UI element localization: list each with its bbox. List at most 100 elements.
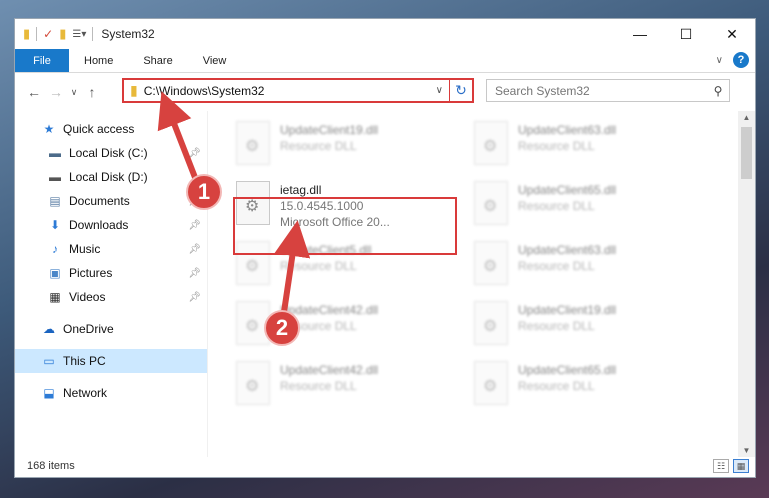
sidebar-item-label: Videos (69, 290, 106, 304)
status-bar: 168 items ☷ ▦ (15, 455, 755, 477)
tab-home[interactable]: Home (69, 49, 128, 72)
folder-icon: ▮ (130, 82, 138, 98)
help-icon[interactable]: ? (733, 52, 749, 68)
sidebar-item-local-disk-d[interactable]: ▬ Local Disk (D:) (15, 165, 207, 189)
sidebar-item-label: Documents (69, 194, 130, 208)
file-name: UpdateClient19.dll (518, 303, 617, 317)
tab-view[interactable]: View (188, 49, 242, 72)
file-item[interactable]: UpdateClient19.dll Resource DLL (236, 121, 456, 171)
close-button[interactable]: ✕ (709, 19, 755, 49)
sidebar-item-label: Quick access (63, 122, 135, 136)
scrollbar-thumb[interactable] (741, 127, 752, 179)
file-description: Resource DLL (518, 379, 595, 393)
toolbar-divider (92, 27, 94, 41)
up-arrow-icon[interactable]: ↑ (81, 84, 103, 100)
scroll-up-icon[interactable]: ▲ (738, 113, 755, 122)
file-name: ietag.dll (280, 183, 322, 197)
file-description: Resource DLL (280, 139, 357, 153)
navigation-pane: ★ Quick access ▬ Local Disk (C:) 📌︎ ▬ Lo… (15, 111, 208, 457)
sidebar-item-documents[interactable]: ▤ Documents 📌︎ (15, 189, 207, 213)
file-description: Resource DLL (518, 139, 595, 153)
back-arrow-icon[interactable]: ← (23, 84, 45, 100)
maximize-button[interactable]: ☐ (663, 19, 709, 49)
sidebar-item-label: Local Disk (C:) (69, 146, 148, 160)
pin-icon[interactable]: 📌︎ (188, 292, 201, 303)
file-item[interactable]: UpdateClient19.dll Resource DLL (474, 301, 694, 351)
tab-file[interactable]: File (15, 49, 69, 72)
file-item[interactable]: UpdateClient42.dll Resource DLL (236, 361, 456, 411)
music-icon: ♪ (52, 242, 58, 256)
sidebar-item-local-disk-c[interactable]: ▬ Local Disk (C:) 📌︎ (15, 141, 207, 165)
tab-share[interactable]: Share (128, 49, 187, 72)
search-box[interactable]: ⚲ (486, 79, 730, 102)
sidebar-item-pictures[interactable]: ▣ Pictures 📌︎ (15, 261, 207, 285)
sidebar-item-label: OneDrive (63, 322, 114, 336)
forward-arrow-icon[interactable]: → (45, 84, 67, 100)
pin-icon[interactable]: 📌︎ (188, 220, 201, 231)
pin-icon[interactable]: 📌︎ (188, 244, 201, 255)
file-name: UpdateClient42.dll (280, 363, 379, 377)
sidebar-item-quick-access[interactable]: ★ Quick access (15, 117, 207, 141)
refresh-icon[interactable]: ↻ (450, 82, 472, 99)
file-item[interactable]: UpdateClient63.dll Resource DLL (474, 241, 694, 291)
details-view-icon[interactable]: ☷ (713, 459, 729, 473)
window-controls: — ☐ ✕ (617, 19, 755, 49)
pin-icon[interactable]: 📌︎ (188, 268, 201, 279)
sidebar-item-label: Downloads (69, 218, 129, 232)
search-icon[interactable]: ⚲ (707, 84, 729, 98)
file-name: UpdateClient63.dll (518, 243, 617, 257)
documents-icon: ▤ (49, 194, 61, 208)
file-name: UpdateClient63.dll (518, 123, 617, 137)
file-description: Resource DLL (280, 259, 357, 273)
folder-icon: ▮ (23, 26, 31, 41)
pin-icon[interactable]: 📌︎ (188, 148, 201, 159)
large-icons-view-icon[interactable]: ▦ (733, 459, 749, 473)
sidebar-item-network[interactable]: ⬓ Network (15, 381, 207, 405)
sidebar-item-label: Pictures (69, 266, 113, 280)
toolbar-divider (36, 27, 38, 41)
sidebar-item-music[interactable]: ♪ Music 📌︎ (15, 237, 207, 261)
ribbon-tabs: File Home Share View ∨ ? (15, 49, 755, 73)
address-path-field[interactable]: ▮ C:\Windows\System32 ∨ (124, 80, 450, 101)
new-folder-icon[interactable]: ▮ (59, 26, 66, 42)
sidebar-item-this-pc[interactable]: ▭ This PC (15, 349, 207, 373)
file-item[interactable]: UpdateClient63.dll Resource DLL (474, 121, 694, 171)
main-content: ★ Quick access ▬ Local Disk (C:) 📌︎ ▬ Lo… (15, 111, 755, 457)
address-bar[interactable]: ▮ C:\Windows\System32 ∨ ↻ (122, 78, 474, 103)
dll-file-icon (474, 121, 508, 165)
sidebar-item-downloads[interactable]: ⬇ Downloads 📌︎ (15, 213, 207, 237)
file-description: Resource DLL (518, 259, 595, 273)
sidebar-item-label: Music (69, 242, 101, 256)
navigation-row: ← → ∨ ↑ ▮ C:\Windows\System32 ∨ ↻ ⚲ (15, 73, 755, 111)
view-toggle: ☷ ▦ (713, 459, 749, 473)
file-name: UpdateClient19.dll (280, 123, 379, 137)
star-icon: ★ (43, 122, 55, 136)
downloads-icon: ⬇ (49, 218, 61, 232)
annotation-step-2-badge: 2 (264, 310, 300, 346)
file-item[interactable]: UpdateClient65.dll Resource DLL (474, 181, 694, 231)
drive-icon: ▬ (49, 146, 61, 160)
address-path[interactable]: C:\Windows\System32 (144, 84, 265, 98)
title-bar: ▮ ✓ ▮ ☰▾ System32 — ☐ ✕ (15, 19, 755, 49)
chevron-down-icon[interactable]: ∨ (436, 85, 443, 96)
sidebar-item-onedrive[interactable]: ☁ OneDrive (15, 317, 207, 341)
customize-toolbar-icon[interactable]: ☰▾ (72, 29, 86, 40)
expand-ribbon-icon[interactable]: ∨ (716, 55, 723, 66)
file-item[interactable]: UpdateClient65.dll Resource DLL (474, 361, 694, 411)
properties-icon[interactable]: ✓ (43, 27, 53, 41)
sidebar-item-videos[interactable]: ▦ Videos 📌︎ (15, 285, 207, 309)
recent-locations-icon[interactable]: ∨ (67, 87, 81, 98)
network-icon: ⬓ (43, 386, 55, 400)
minimize-button[interactable]: — (617, 19, 663, 49)
dll-file-icon (474, 301, 508, 345)
vertical-scrollbar[interactable]: ▲ ▼ (738, 111, 755, 457)
dll-file-icon (474, 241, 508, 285)
scroll-down-icon[interactable]: ▼ (738, 446, 755, 455)
quick-access-toolbar: ▮ ✓ ▮ ☰▾ (15, 26, 94, 42)
annotation-step-1-badge: 1 (186, 174, 222, 210)
cloud-icon: ☁ (43, 322, 55, 336)
search-input[interactable] (487, 83, 707, 98)
videos-icon: ▦ (49, 290, 61, 304)
